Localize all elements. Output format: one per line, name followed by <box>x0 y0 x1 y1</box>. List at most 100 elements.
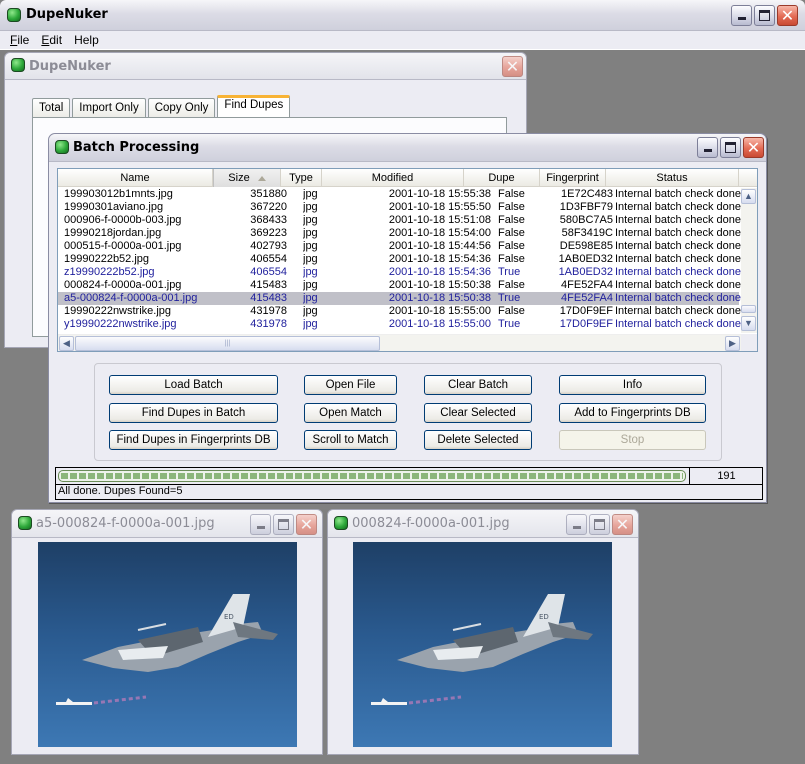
col-header-type[interactable]: Type <box>281 169 322 187</box>
cell-fingerprint: 580BC7A5 <box>559 214 613 226</box>
col-header-modified-label: Modified <box>371 172 414 184</box>
main-maximize-button[interactable] <box>754 5 775 26</box>
horizontal-scrollbar[interactable]: ◀ ||| ▶ <box>58 334 743 351</box>
viewer-maximize-button[interactable] <box>589 514 610 535</box>
scroll-right-button[interactable]: ▶ <box>725 336 740 351</box>
viewer-minimize-button[interactable] <box>566 514 587 535</box>
batch-titlebar[interactable]: Batch Processing ✕ <box>49 134 766 162</box>
horizontal-scroll-thumb[interactable]: ||| <box>75 336 380 351</box>
cell-dupe: False <box>498 253 525 265</box>
col-header-status[interactable]: Status <box>606 169 739 187</box>
cell-type: jpg <box>303 214 318 226</box>
table-row[interactable]: 000906-f-0000b-003.jpg 368433 jpg 2001-10-1… <box>58 214 743 227</box>
find-dupes-in-fingerprints-db-button[interactable]: Find Dupes in Fingerprints DB <box>109 430 278 450</box>
col-header-name[interactable]: Name <box>58 169 213 187</box>
cell-type: jpg <box>303 266 318 278</box>
cell-fingerprint: 17D0F9EF <box>559 318 613 330</box>
col-header-dupe[interactable]: Dupe <box>464 169 540 187</box>
cell-status: Internal batch check done. <box>615 305 743 317</box>
cell-dupe: False <box>498 279 525 291</box>
cell-size: 431978 <box>250 318 287 330</box>
menu-edit[interactable]: Edit <box>35 31 68 49</box>
cell-modified: 2001-10-18 15:55:38 <box>388 188 491 200</box>
batch-close-button[interactable]: ✕ <box>743 137 764 158</box>
open-file-button[interactable]: Open File <box>304 375 397 395</box>
child-close-button[interactable]: ✕ <box>502 56 523 77</box>
cell-dupe: False <box>498 201 525 213</box>
table-row[interactable]: 19990222b52.jpg 406554 jpg 2001-10-18 15:54… <box>58 253 743 266</box>
col-header-size-label: Size <box>228 172 250 184</box>
cell-type: jpg <box>303 253 318 265</box>
cell-dupe: False <box>498 305 525 317</box>
cell-size: 351880 <box>250 188 287 200</box>
viewer-close-button[interactable]: ✕ <box>612 514 633 535</box>
batch-maximize-button[interactable] <box>720 137 741 158</box>
menu-help[interactable]: Help <box>68 31 105 49</box>
scroll-to-match-button[interactable]: Scroll to Match <box>304 430 397 450</box>
menu-file[interactable]: File <box>4 31 35 49</box>
app-cube-icon <box>334 516 348 530</box>
menu-edit-rest: dit <box>49 33 63 47</box>
cell-status: Internal batch check done. <box>615 227 743 239</box>
cell-status: Internal batch check done. <box>615 253 743 265</box>
tab-import-only[interactable]: Import Only <box>72 98 146 118</box>
info-button[interactable]: Info <box>559 375 706 395</box>
table-row[interactable]: 000515-f-0000a-001.jpg 402793 jpg 2001-10-1… <box>58 240 743 253</box>
viewer-titlebar[interactable]: a5-000824-f-0000a-001.jpg ✕ <box>12 510 322 538</box>
clear-selected-button[interactable]: Clear Selected <box>424 403 532 423</box>
viewer-minimize-button[interactable] <box>250 514 271 535</box>
cell-modified: 2001-10-18 15:50:38 <box>388 292 491 304</box>
tab-total[interactable]: Total <box>32 98 71 118</box>
table-row[interactable]: a5-000824-f-0000a-001.jpg 415483 jpg 2001-1… <box>58 292 743 305</box>
scroll-left-button[interactable]: ◀ <box>59 336 74 351</box>
action-button-group: Load Batch Find Dupes in Batch Find Dupe… <box>94 363 722 461</box>
scroll-up-button[interactable]: ▲ <box>741 189 756 204</box>
batch-minimize-button[interactable] <box>697 137 718 158</box>
cell-status: Internal batch check done. <box>615 188 743 200</box>
cell-name: 199903012b1mnts.jpg <box>64 188 173 200</box>
open-match-button[interactable]: Open Match <box>304 403 397 423</box>
main-titlebar[interactable]: DupeNuker ✕ <box>0 0 805 31</box>
table-row[interactable]: 000824-f-0000a-001.jpg 415483 jpg 2001-10-1… <box>58 279 743 292</box>
delete-selected-button[interactable]: Delete Selected <box>424 430 532 450</box>
cell-status: Internal batch check done. <box>615 240 743 252</box>
table-row[interactable]: y19990222nwstrike.jpg 431978 jpg 2001-10-18… <box>58 318 743 331</box>
vertical-scroll-thumb[interactable] <box>741 305 756 313</box>
scroll-down-button[interactable]: ▼ <box>741 316 756 331</box>
col-header-size[interactable]: Size <box>213 169 281 187</box>
child-titlebar[interactable]: DupeNuker ✕ <box>5 53 526 80</box>
cell-name: 19990222b52.jpg <box>64 253 150 265</box>
cell-size: 415483 <box>250 279 287 291</box>
table-row[interactable]: 199903012b1mnts.jpg 351880 jpg 2001-10-18 1… <box>58 188 743 201</box>
cell-dupe: False <box>498 227 525 239</box>
close-icon: ✕ <box>615 515 630 534</box>
find-dupes-in-batch-button[interactable]: Find Dupes in Batch <box>109 403 278 423</box>
table-row[interactable]: 19990222nwstrike.jpg 431978 jpg 2001-10-18 … <box>58 305 743 318</box>
clear-batch-button[interactable]: Clear Batch <box>424 375 532 395</box>
table-row[interactable]: 19990218jordan.jpg 369223 jpg 2001-10-18 15… <box>58 227 743 240</box>
cell-fingerprint: 1AB0ED32 <box>558 253 613 265</box>
vertical-scrollbar[interactable]: ▲ ▼ <box>741 188 757 333</box>
batch-file-list[interactable]: Name Size Type Modified Dupe Fingerprint… <box>57 168 758 352</box>
viewer-maximize-button[interactable] <box>273 514 294 535</box>
cell-size: 431978 <box>250 305 287 317</box>
list-body: 199903012b1mnts.jpg 351880 jpg 2001-10-18 1… <box>58 188 743 332</box>
cell-type: jpg <box>303 292 318 304</box>
cell-type: jpg <box>303 305 318 317</box>
add-to-fingerprints-db-button[interactable]: Add to Fingerprints DB <box>559 403 706 423</box>
list-header: Name Size Type Modified Dupe Fingerprint… <box>58 169 757 187</box>
main-close-button[interactable]: ✕ <box>777 5 798 26</box>
load-batch-button[interactable]: Load Batch <box>109 375 278 395</box>
tab-copy-only[interactable]: Copy Only <box>147 98 216 118</box>
main-minimize-button[interactable] <box>731 5 752 26</box>
col-header-fingerprint-label: Fingerprint <box>546 172 599 184</box>
viewer-close-button[interactable]: ✕ <box>296 514 317 535</box>
table-row[interactable]: z19990222b52.jpg 406554 jpg 2001-10-18 15:5… <box>58 266 743 279</box>
col-header-fingerprint[interactable]: Fingerprint <box>540 169 606 187</box>
viewer-titlebar[interactable]: 000824-f-0000a-001.jpg ✕ <box>328 510 638 538</box>
tab-find-dupes[interactable]: Find Dupes <box>217 95 291 118</box>
col-header-modified[interactable]: Modified <box>322 169 464 187</box>
cell-fingerprint: 4FE52FA4 <box>561 279 613 291</box>
table-row[interactable]: 19990301aviano.jpg 367220 jpg 2001-10-18 15… <box>58 201 743 214</box>
cell-fingerprint: 4FE52FA4 <box>561 292 613 304</box>
